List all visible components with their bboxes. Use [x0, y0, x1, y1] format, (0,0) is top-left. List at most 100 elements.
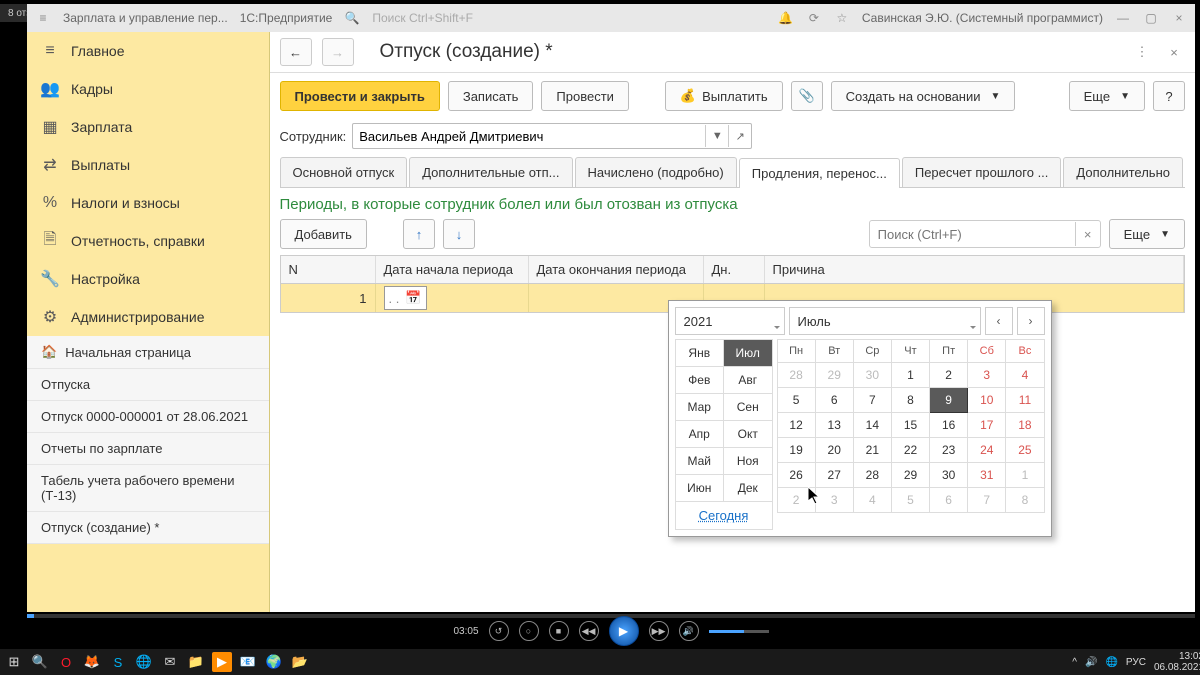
- sidebar-item-5[interactable]: 🗎Отчетность, справки: [27, 222, 269, 260]
- move-down-button[interactable]: ↓: [443, 219, 475, 249]
- month-cell[interactable]: Мар: [675, 394, 723, 421]
- month-cell[interactable]: Апр: [675, 421, 723, 448]
- nav-link-4[interactable]: Табель учета рабочего времени (Т-13): [27, 465, 269, 512]
- day-cell[interactable]: 27: [815, 463, 853, 488]
- day-cell[interactable]: 30: [853, 363, 891, 388]
- day-cell[interactable]: 28: [853, 463, 891, 488]
- media-icon[interactable]: ▶: [212, 652, 232, 672]
- day-cell[interactable]: 24: [968, 438, 1006, 463]
- outlook-icon[interactable]: 📧: [238, 652, 258, 672]
- nav-link-0[interactable]: 🏠Начальная страница: [27, 336, 269, 369]
- day-cell[interactable]: 8: [891, 388, 929, 413]
- sidebar-item-7[interactable]: ⚙Администрирование: [27, 298, 269, 336]
- loop-button[interactable]: ○: [519, 621, 539, 641]
- employee-combo[interactable]: ▼ ↗: [352, 123, 752, 149]
- more-button[interactable]: Еще▼: [1069, 81, 1145, 111]
- day-cell[interactable]: 7: [853, 388, 891, 413]
- nav-link-1[interactable]: Отпуска: [27, 369, 269, 401]
- month-cell[interactable]: Июн: [675, 475, 723, 502]
- sidebar-item-1[interactable]: 👥Кадры: [27, 70, 269, 108]
- star-icon[interactable]: ☆: [834, 10, 850, 26]
- create-from-button[interactable]: Создать на основании▼: [831, 81, 1016, 111]
- day-cell[interactable]: 3: [815, 488, 853, 513]
- month-cell[interactable]: Ноя: [723, 448, 772, 475]
- lang-indicator[interactable]: РУС: [1126, 657, 1146, 668]
- clock[interactable]: 13:02 06.08.2021: [1154, 651, 1200, 673]
- day-cell[interactable]: 31: [968, 463, 1006, 488]
- post-close-button[interactable]: Провести и закрыть: [280, 81, 440, 111]
- month-cell[interactable]: Дек: [723, 475, 772, 502]
- close-icon[interactable]: ×: [1171, 10, 1187, 26]
- rewind-button[interactable]: ◀◀: [579, 621, 599, 641]
- day-cell[interactable]: 16: [930, 413, 968, 438]
- start-button[interactable]: ⊞: [4, 652, 24, 672]
- year-select[interactable]: 2021: [675, 307, 785, 335]
- pay-button[interactable]: 💰Выплатить: [665, 81, 783, 111]
- day-cell[interactable]: 6: [815, 388, 853, 413]
- firefox-icon[interactable]: 🦊: [82, 652, 102, 672]
- day-cell[interactable]: 1: [891, 363, 929, 388]
- day-cell[interactable]: 23: [930, 438, 968, 463]
- day-cell[interactable]: 4: [853, 488, 891, 513]
- day-cell[interactable]: 18: [1006, 413, 1044, 438]
- opera-icon[interactable]: O: [56, 652, 76, 672]
- volume-slider[interactable]: [709, 630, 769, 633]
- day-cell[interactable]: 12: [777, 413, 815, 438]
- move-up-button[interactable]: ↑: [403, 219, 435, 249]
- cell-start[interactable]: . . 📅: [376, 284, 529, 312]
- month-cell[interactable]: Янв: [675, 340, 723, 367]
- month-cell[interactable]: Фев: [675, 367, 723, 394]
- day-cell[interactable]: 20: [815, 438, 853, 463]
- month-cell[interactable]: Май: [675, 448, 723, 475]
- day-cell[interactable]: 29: [815, 363, 853, 388]
- day-cell[interactable]: 22: [891, 438, 929, 463]
- search-icon[interactable]: 🔍: [30, 652, 50, 672]
- sound-icon[interactable]: 🔊: [1085, 657, 1097, 668]
- nav-link-5[interactable]: Отпуск (создание) *: [27, 512, 269, 544]
- close-doc-icon[interactable]: ×: [1163, 41, 1185, 63]
- tab-2[interactable]: Начислено (подробно): [575, 157, 737, 187]
- chevron-down-icon[interactable]: ▼: [705, 125, 728, 147]
- day-cell[interactable]: 2: [930, 363, 968, 388]
- tab-3[interactable]: Продления, перенос...: [739, 158, 900, 188]
- bell-icon[interactable]: 🔔: [778, 10, 794, 26]
- day-cell[interactable]: 9: [930, 388, 968, 413]
- open-icon[interactable]: ↗: [728, 125, 751, 147]
- folder-icon[interactable]: 📂: [290, 652, 310, 672]
- sidebar-item-6[interactable]: 🔧Настройка: [27, 260, 269, 298]
- search-input[interactable]: [870, 227, 1075, 242]
- tab-4[interactable]: Пересчет прошлого ...: [902, 157, 1062, 187]
- day-cell[interactable]: 15: [891, 413, 929, 438]
- attach-button[interactable]: 📎: [791, 81, 823, 111]
- day-cell[interactable]: 30: [930, 463, 968, 488]
- day-cell[interactable]: 4: [1006, 363, 1044, 388]
- day-cell[interactable]: 19: [777, 438, 815, 463]
- day-cell[interactable]: 17: [968, 413, 1006, 438]
- month-cell[interactable]: Окт: [723, 421, 772, 448]
- day-cell[interactable]: 8: [1006, 488, 1044, 513]
- play-button[interactable]: ▶: [609, 616, 639, 646]
- calendar-icon[interactable]: 📅: [405, 290, 421, 306]
- sidebar-item-3[interactable]: ⇄Выплаты: [27, 146, 269, 184]
- month-cell[interactable]: Июл: [723, 340, 772, 367]
- sidebar-item-2[interactable]: ▦Зарплата: [27, 108, 269, 146]
- system-tray[interactable]: ^ 🔊 🌐 РУС 13:02 06.08.2021: [1072, 651, 1200, 673]
- add-button[interactable]: Добавить: [280, 219, 367, 249]
- month-cell[interactable]: Авг: [723, 367, 772, 394]
- day-cell[interactable]: 26: [777, 463, 815, 488]
- day-cell[interactable]: 11: [1006, 388, 1044, 413]
- search-box[interactable]: ×: [869, 220, 1101, 248]
- today-link[interactable]: Сегодня: [675, 502, 773, 530]
- chrome-icon[interactable]: 🌐: [134, 652, 154, 672]
- app-icon[interactable]: 🌍: [264, 652, 284, 672]
- employee-input[interactable]: [353, 125, 705, 147]
- tray-up-icon[interactable]: ^: [1072, 657, 1077, 668]
- day-cell[interactable]: 10: [968, 388, 1006, 413]
- day-cell[interactable]: 5: [891, 488, 929, 513]
- prev-month-button[interactable]: ‹: [985, 307, 1013, 335]
- month-cell[interactable]: Сен: [723, 394, 772, 421]
- post-button[interactable]: Провести: [541, 81, 629, 111]
- day-cell[interactable]: 7: [968, 488, 1006, 513]
- day-cell[interactable]: 28: [777, 363, 815, 388]
- next-month-button[interactable]: ›: [1017, 307, 1045, 335]
